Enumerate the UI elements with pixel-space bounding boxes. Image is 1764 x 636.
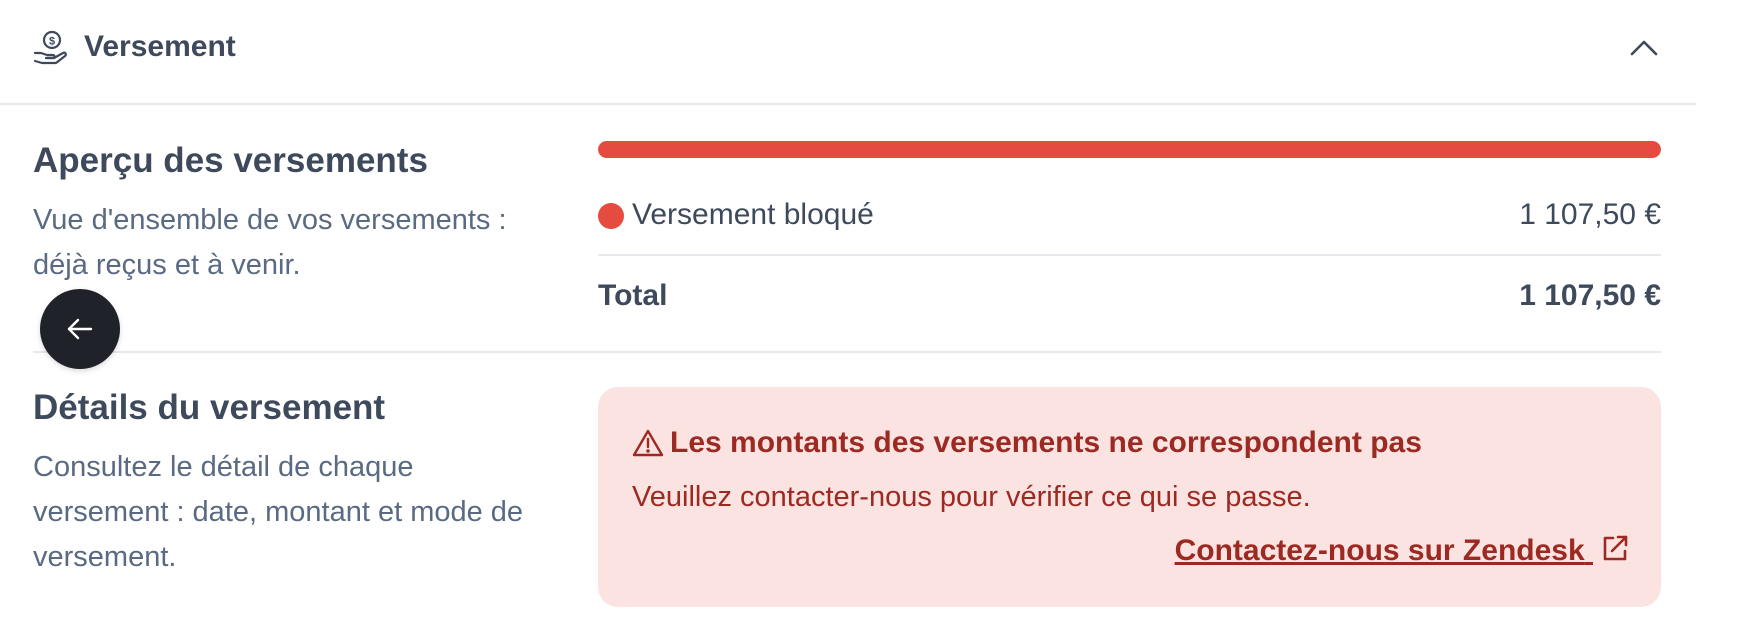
details-description: Consultez le détail de chaque versement …: [33, 451, 524, 573]
warning-triangle-icon: [632, 428, 664, 458]
section-title: Versement: [84, 30, 236, 63]
section-header[interactable]: $ Versement: [0, 0, 1696, 105]
payout-progress-bar: [598, 141, 1661, 158]
overview-title: Aperçu des versements: [33, 141, 428, 180]
total-label: Total: [598, 279, 668, 312]
payout-row-total: Total 1 107,50 €: [598, 271, 1661, 321]
progress-fill-blocked: [598, 141, 1661, 158]
arrow-left-icon: [67, 318, 93, 340]
total-amount: 1 107,50 €: [1519, 279, 1661, 312]
details-title: Détails du versement: [33, 388, 386, 427]
divider: [33, 351, 1661, 353]
status-dot: [598, 203, 624, 229]
external-link-icon: [1603, 535, 1628, 561]
payout-row-blocked: Versement bloqué 1 107,50 €: [598, 190, 1661, 240]
divider: [598, 254, 1661, 256]
hand-coin-icon: $: [32, 30, 70, 66]
link-label: Contactez-nous sur Zendesk: [1174, 534, 1585, 567]
chevron-up-icon: [1630, 40, 1658, 56]
zendesk-contact-link[interactable]: Contactez-nous sur Zendesk: [1175, 530, 1631, 572]
collapse-button[interactable]: [1624, 30, 1664, 66]
row-amount: 1 107,50 €: [1519, 198, 1661, 231]
svg-text:$: $: [49, 36, 55, 48]
payout-panel: $ Versement Aperçu des versements Vue d'…: [0, 0, 1764, 636]
back-button[interactable]: [40, 289, 120, 369]
alert-message: Veuillez contacter-nous pour vérifier ce…: [632, 481, 1311, 513]
mismatch-alert: Les montants des versements ne correspon…: [598, 387, 1661, 607]
row-label: Versement bloqué: [632, 198, 874, 231]
alert-title: Les montants des versements ne correspon…: [670, 426, 1422, 459]
overview-description: Vue d'ensemble de vos versements : déjà …: [33, 204, 507, 281]
